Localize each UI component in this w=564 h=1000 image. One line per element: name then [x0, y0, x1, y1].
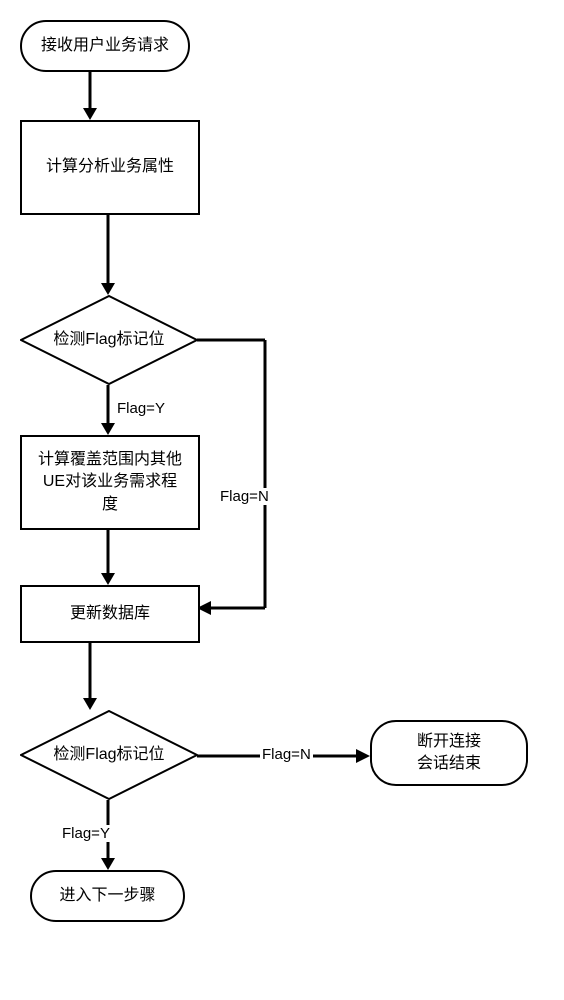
edge-check2-no: Flag=N — [260, 746, 313, 763]
terminal-start: 接收用户业务请求 — [20, 20, 190, 72]
terminal-disconnect-label: 断开连接 会话结束 — [417, 731, 481, 776]
decision-check1: 检测Flag标记位 — [20, 295, 198, 385]
decision-check1-label: 检测Flag标记位 — [53, 330, 164, 351]
arrow-compute-update — [98, 530, 118, 590]
process-analyze-label: 计算分析业务属性 — [46, 156, 174, 178]
arrow-update-check2 — [80, 643, 100, 715]
edge-check1-yes: Flag=Y — [115, 400, 167, 417]
process-compute-label: 计算覆盖范围内其他UE对该业务需求程度 — [38, 449, 182, 516]
decision-check2-label: 检测Flag标记位 — [53, 745, 164, 766]
decision-check2: 检测Flag标记位 — [20, 710, 198, 800]
edge-check2-yes: Flag=Y — [60, 825, 112, 842]
edge-check1-no: Flag=N — [218, 488, 271, 505]
terminal-next-label: 进入下一步骤 — [59, 885, 155, 907]
process-analyze: 计算分析业务属性 — [20, 120, 200, 215]
arrow-analyze-check1 — [98, 215, 118, 300]
terminal-start-label: 接收用户业务请求 — [41, 35, 169, 57]
arrow-check1-update — [197, 337, 297, 625]
process-update-label: 更新数据库 — [70, 603, 150, 625]
arrow-start-analyze — [80, 72, 100, 125]
terminal-disconnect: 断开连接 会话结束 — [370, 720, 528, 786]
process-compute: 计算覆盖范围内其他UE对该业务需求程度 — [20, 435, 200, 530]
terminal-next: 进入下一步骤 — [30, 870, 185, 922]
process-update: 更新数据库 — [20, 585, 200, 643]
